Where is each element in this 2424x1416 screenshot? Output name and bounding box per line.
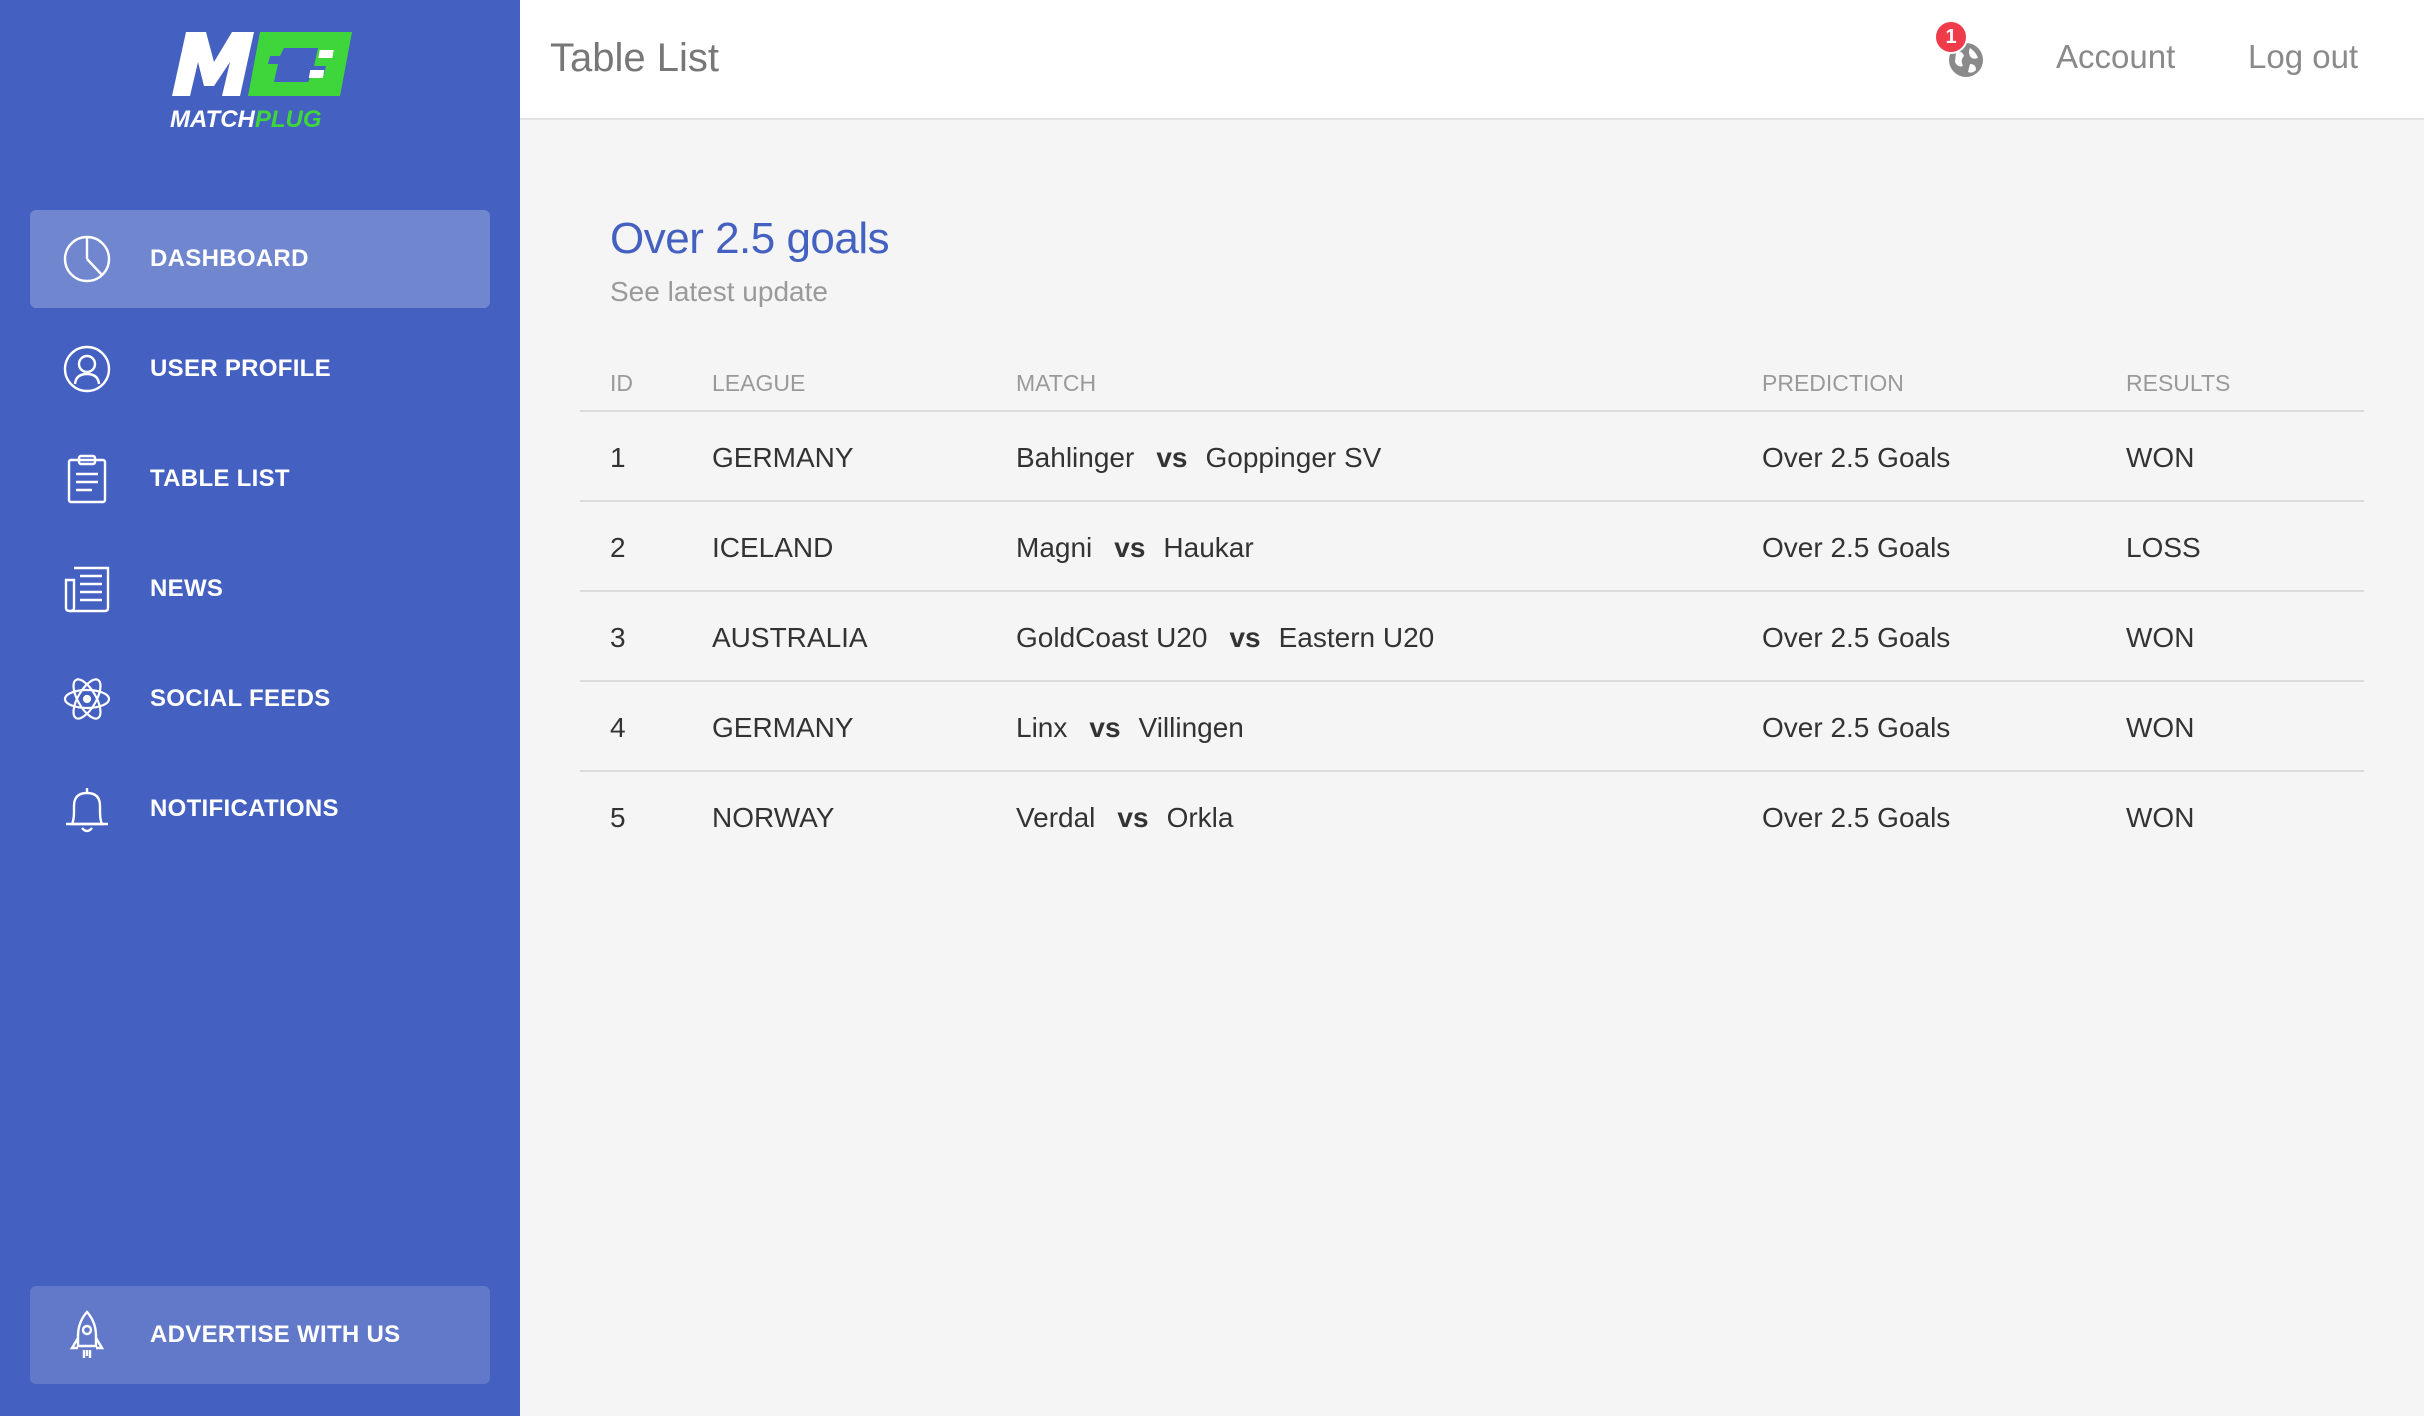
section-title: Over 2.5 goals (610, 214, 890, 263)
home-team: Magni (1016, 532, 1093, 563)
cell-prediction: Over 2.5 Goals (1762, 712, 1951, 743)
column-header-results: RESULTS (2126, 370, 2231, 396)
cell-match: Verdal vs Orkla (1016, 802, 1233, 834)
cell-league: GERMANY (712, 712, 854, 743)
bell-icon (62, 784, 112, 834)
column-header-match: MATCH (1016, 370, 1097, 396)
cell-league: AUSTRALIA (712, 622, 868, 653)
brand-logo[interactable]: MATCHPLUG (168, 26, 352, 134)
table-row: 5 NORWAY Verdal vs Orkla Over 2.5 Goals WO… (580, 772, 2364, 862)
cell-match: Magni vs Haukar (1016, 532, 1254, 564)
cell-prediction: Over 2.5 Goals (1762, 802, 1951, 833)
table-row: 1 GERMANY Bahlinger vs Goppinger SV Over 2… (580, 412, 2364, 502)
rocket-icon (62, 1310, 112, 1360)
sidebar-item-label: USER PROFILE (150, 355, 331, 382)
away-team: Haukar (1163, 532, 1254, 563)
cell-match: GoldCoast U20 vs Eastern U20 (1016, 622, 1434, 654)
cell-league: NORWAY (712, 802, 835, 833)
home-team: GoldCoast U20 (1016, 622, 1208, 653)
cell-result: WON (2126, 442, 2195, 473)
notification-badge: 1 (1934, 20, 1968, 54)
cell-league: GERMANY (712, 442, 854, 473)
home-team: Bahlinger (1016, 442, 1135, 473)
predictions-table: ID LEAGUE MATCH PREDICTION RESULTS 1 GER… (580, 352, 2364, 862)
cell-prediction: Over 2.5 Goals (1762, 622, 1951, 653)
home-team: Linx (1016, 712, 1068, 743)
table-header: ID LEAGUE MATCH PREDICTION RESULTS (580, 352, 2364, 412)
advertise-button[interactable]: ADVERTISE WITH US (30, 1286, 490, 1384)
vs-label: vs (1156, 442, 1188, 473)
atom-icon (62, 674, 112, 724)
table-row: 2 ICELAND Magni vs Haukar Over 2.5 Goals L… (580, 502, 2364, 592)
top-bar: Table List 1 Account Log out (520, 0, 2424, 120)
home-team: Verdal (1016, 802, 1096, 833)
user-icon (62, 344, 112, 394)
cell-id: 3 (610, 622, 626, 653)
table-row: 4 GERMANY Linx vs Villingen Over 2.5 Goals… (580, 682, 2364, 772)
brand-word-2: PLUG (254, 106, 322, 133)
vs-label: vs (1117, 802, 1149, 833)
vs-label: vs (1114, 532, 1146, 563)
sidebar-item-table-list[interactable]: TABLE LIST (30, 430, 490, 528)
away-team: Eastern U20 (1278, 622, 1435, 653)
section-subtitle: See latest update (610, 276, 828, 307)
brand-word-1: MATCH (170, 106, 255, 133)
cell-match: Linx vs Villingen (1016, 712, 1244, 744)
logo-mark-icon (172, 32, 352, 96)
cell-prediction: Over 2.5 Goals (1762, 442, 1951, 473)
cell-id: 2 (610, 532, 626, 563)
away-team: Goppinger SV (1205, 442, 1382, 473)
sidebar-item-label: NOTIFICATIONS (150, 795, 339, 822)
sidebar: MATCHPLUG DASHBOARD USER PROFILE TABLE L… (0, 0, 520, 1416)
cell-match: Bahlinger vs Goppinger SV (1016, 442, 1381, 474)
cell-id: 4 (610, 712, 626, 743)
away-team: Orkla (1166, 802, 1234, 833)
brand-wordmark: MATCHPLUG (170, 106, 322, 134)
column-header-id: ID (610, 370, 633, 396)
page-title: Table List (550, 36, 719, 80)
column-header-prediction: PREDICTION (1762, 370, 1904, 396)
cell-result: WON (2126, 802, 2195, 833)
newspaper-icon (62, 564, 112, 614)
clipboard-icon (62, 454, 112, 504)
cell-result: WON (2126, 622, 2195, 653)
sidebar-item-label: SOCIAL FEEDS (150, 685, 331, 712)
cell-id: 5 (610, 802, 626, 833)
column-header-league: LEAGUE (712, 370, 806, 396)
sidebar-item-label: DASHBOARD (150, 245, 309, 272)
vs-label: vs (1229, 622, 1261, 653)
sidebar-item-dashboard[interactable]: DASHBOARD (30, 210, 490, 308)
cell-result: WON (2126, 712, 2195, 743)
sidebar-item-notifications[interactable]: NOTIFICATIONS (30, 760, 490, 858)
sidebar-item-user-profile[interactable]: USER PROFILE (30, 320, 490, 418)
pie-chart-icon (62, 234, 112, 284)
away-team: Villingen (1138, 712, 1244, 743)
cell-id: 1 (610, 442, 626, 473)
sidebar-item-social-feeds[interactable]: SOCIAL FEEDS (30, 650, 490, 748)
sidebar-item-label: NEWS (150, 575, 224, 602)
table-row: 3 AUSTRALIA GoldCoast U20 vs Eastern U20 O… (580, 592, 2364, 682)
cell-league: ICELAND (712, 532, 834, 563)
vs-label: vs (1089, 712, 1121, 743)
account-link[interactable]: Account (2056, 38, 2175, 76)
advertise-label: ADVERTISE WITH US (150, 1321, 401, 1348)
sidebar-item-news[interactable]: NEWS (30, 540, 490, 638)
logout-link[interactable]: Log out (2248, 38, 2358, 76)
cell-result: LOSS (2126, 532, 2201, 563)
cell-prediction: Over 2.5 Goals (1762, 532, 1951, 563)
sidebar-item-label: TABLE LIST (150, 465, 290, 492)
